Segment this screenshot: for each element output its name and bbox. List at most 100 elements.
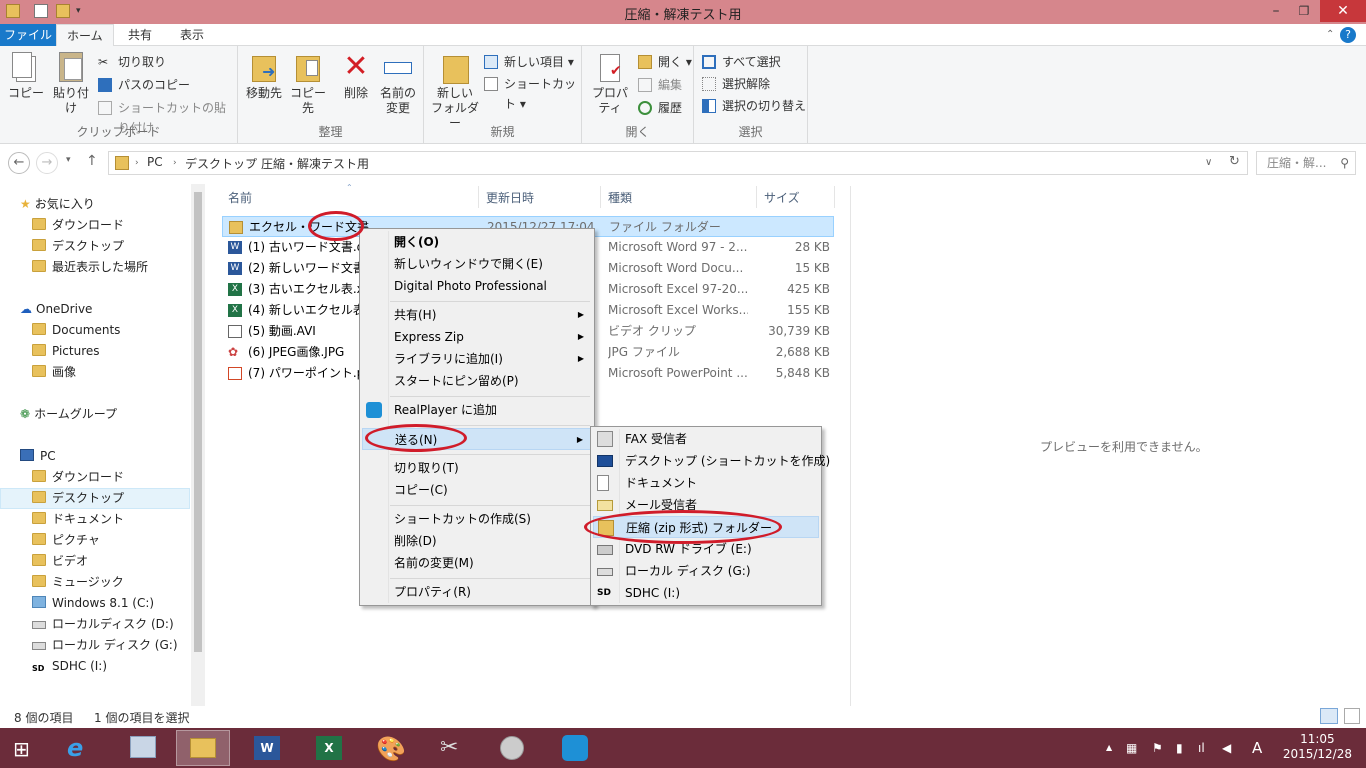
sendto-documents[interactable]: ドキュメント — [593, 472, 819, 494]
nav-images[interactable]: 画像 — [32, 362, 76, 382]
invert-selection-button[interactable]: 選択の切り替え — [702, 96, 806, 116]
column-divider[interactable] — [834, 186, 835, 208]
taskbar-ie[interactable]: e — [52, 730, 106, 766]
forward-button[interactable]: → — [36, 152, 58, 174]
nav-pc[interactable]: PC — [20, 446, 56, 466]
menu-share[interactable]: 共有(H) ▶ — [362, 304, 592, 326]
nav-pc-music[interactable]: ミュージック — [32, 572, 124, 592]
column-type[interactable]: 種類 — [608, 189, 632, 206]
menu-create-shortcut[interactable]: ショートカットの作成(S) — [362, 508, 592, 530]
taskbar-snipping[interactable]: ✂ — [424, 730, 478, 766]
new-item-button[interactable]: 新しい項目 ▾ — [484, 52, 574, 72]
nav-drive-d[interactable]: ローカルディスク (D:) — [32, 614, 174, 634]
column-name[interactable]: 名前 — [228, 189, 252, 206]
nav-pc-documents[interactable]: ドキュメント — [32, 509, 124, 529]
column-date[interactable]: 更新日時 — [486, 189, 534, 206]
nav-pc-pictures[interactable]: ピクチャ — [32, 530, 100, 550]
tab-home[interactable]: ホーム — [56, 24, 114, 47]
select-all-button[interactable]: すべて選択 — [702, 52, 781, 72]
nav-desktop[interactable]: デスクトップ — [32, 236, 124, 256]
menu-open-new-window[interactable]: 新しいウィンドウで開く(E) — [362, 253, 592, 275]
chevron-down-icon[interactable]: ∨ — [1205, 157, 1212, 168]
taskbar-word[interactable]: W — [240, 730, 294, 766]
new-folder-button[interactable]: 新しい フォルダー — [430, 50, 480, 131]
nav-scrollbar-thumb[interactable] — [194, 192, 202, 652]
move-to-button[interactable]: ➜ 移動先 — [242, 50, 286, 101]
tab-share[interactable]: 共有 — [118, 24, 162, 46]
nav-pictures[interactable]: Pictures — [32, 341, 100, 361]
minimize-button[interactable]: – — [1262, 0, 1290, 22]
tray-expand-icon[interactable]: ▲ — [1106, 743, 1112, 752]
breadcrumb-pc[interactable]: PC — [147, 155, 163, 169]
taskbar-media[interactable] — [486, 730, 540, 766]
column-size[interactable]: サイズ — [764, 189, 800, 206]
menu-cut[interactable]: 切り取り(T) — [362, 457, 592, 479]
ime-indicator[interactable]: A — [1252, 739, 1262, 757]
nav-downloads[interactable]: ダウンロード — [32, 215, 124, 235]
refresh-icon[interactable]: ↻ — [1229, 154, 1240, 169]
help-icon[interactable]: ? — [1340, 27, 1356, 43]
address-bar[interactable]: › PC › デスクトップ › 圧縮・解凍テスト用 › ∨ ↻ — [108, 151, 1248, 175]
paste-shortcut-button[interactable]: ショートカットの貼り付け — [98, 98, 237, 135]
nav-drive-g[interactable]: ローカル ディスク (G:) — [32, 635, 178, 655]
column-divider[interactable] — [478, 186, 479, 208]
nav-onedrive[interactable]: ☁ OneDrive — [20, 299, 92, 319]
up-button[interactable]: ↑ — [86, 153, 98, 169]
menu-add-to-library[interactable]: ライブラリに追加(I) ▶ — [362, 348, 592, 370]
tab-file[interactable]: ファイル — [0, 24, 56, 46]
sendto-desktop[interactable]: デスクトップ (ショートカットを作成) — [593, 450, 830, 472]
taskbar-excel[interactable]: X — [302, 730, 356, 766]
menu-realplayer[interactable]: RealPlayer に追加 — [362, 399, 592, 421]
preview-divider[interactable] — [850, 186, 851, 706]
menu-open[interactable]: 開く(O) — [362, 231, 592, 253]
nav-pc-downloads[interactable]: ダウンロード — [32, 467, 124, 487]
properties-button[interactable]: ✔ プロパティ — [586, 50, 634, 116]
battery-icon[interactable]: ▮ — [1176, 741, 1183, 755]
nav-recent[interactable]: 最近表示した場所 — [32, 257, 148, 277]
back-button[interactable]: ← — [8, 152, 30, 174]
menu-delete[interactable]: 削除(D) — [362, 530, 592, 552]
nav-pc-videos[interactable]: ビデオ — [32, 551, 88, 571]
nav-homegroup[interactable]: ❁ ホームグループ — [20, 404, 117, 424]
open-button[interactable]: 開く ▾ — [638, 52, 692, 72]
delete-button[interactable]: ✕ 削除 — [336, 50, 376, 101]
nav-documents[interactable]: Documents — [32, 320, 120, 340]
history-button[interactable]: 履歴 — [638, 98, 682, 118]
cut-button[interactable]: ✂ 切り取り — [98, 52, 166, 72]
menu-copy[interactable]: コピー(C) — [362, 479, 592, 501]
sendto-sdhc[interactable]: SD SDHC (I:) — [593, 582, 819, 604]
copy-button[interactable]: コピー — [8, 50, 44, 101]
volume-muted-icon[interactable]: ◀ — [1222, 741, 1231, 755]
search-input[interactable]: 圧縮・解... ⚲ — [1256, 151, 1356, 175]
column-divider[interactable] — [756, 186, 757, 208]
menu-rename[interactable]: 名前の変更(M) — [362, 552, 592, 574]
start-button[interactable]: ⊞ — [0, 730, 50, 766]
taskbar-paint[interactable]: 🎨 — [362, 730, 416, 766]
copy-path-button[interactable]: パスのコピー — [98, 75, 190, 95]
nav-drive-c[interactable]: Windows 8.1 (C:) — [32, 593, 154, 613]
action-center-icon[interactable]: ▦ — [1126, 741, 1137, 755]
nav-drive-i[interactable]: SD SDHC (I:) — [32, 656, 107, 676]
sendto-local-g[interactable]: ローカル ディスク (G:) — [593, 560, 819, 582]
breadcrumb-desktop[interactable]: デスクトップ — [185, 155, 257, 172]
sendto-fax[interactable]: FAX 受信者 — [593, 428, 819, 450]
clock[interactable]: 11:05 2015/12/28 — [1283, 732, 1352, 762]
menu-properties[interactable]: プロパティ(R) — [362, 581, 592, 603]
taskbar-realplayer[interactable] — [548, 730, 602, 766]
tab-view[interactable]: 表示 — [170, 24, 214, 46]
nav-favorites[interactable]: ★ お気に入り — [20, 194, 95, 214]
menu-dpp[interactable]: Digital Photo Professional — [362, 275, 592, 297]
details-view-icon[interactable] — [1320, 708, 1338, 724]
close-button[interactable]: ✕ — [1320, 0, 1366, 22]
edit-button[interactable]: 編集 — [638, 75, 682, 95]
large-icons-view-icon[interactable] — [1344, 708, 1360, 724]
taskbar-control-panel[interactable] — [116, 730, 170, 766]
network-icon[interactable]: ıl — [1198, 741, 1205, 755]
rename-button[interactable]: 名前の 変更 — [376, 50, 420, 116]
copy-to-button[interactable]: コピー先 — [286, 50, 330, 116]
taskbar-explorer[interactable] — [176, 730, 230, 766]
maximize-button[interactable]: ❐ — [1290, 0, 1318, 22]
flag-icon[interactable]: ⚑ — [1152, 741, 1163, 755]
column-divider[interactable] — [600, 186, 601, 208]
select-none-button[interactable]: 選択解除 — [702, 74, 770, 94]
